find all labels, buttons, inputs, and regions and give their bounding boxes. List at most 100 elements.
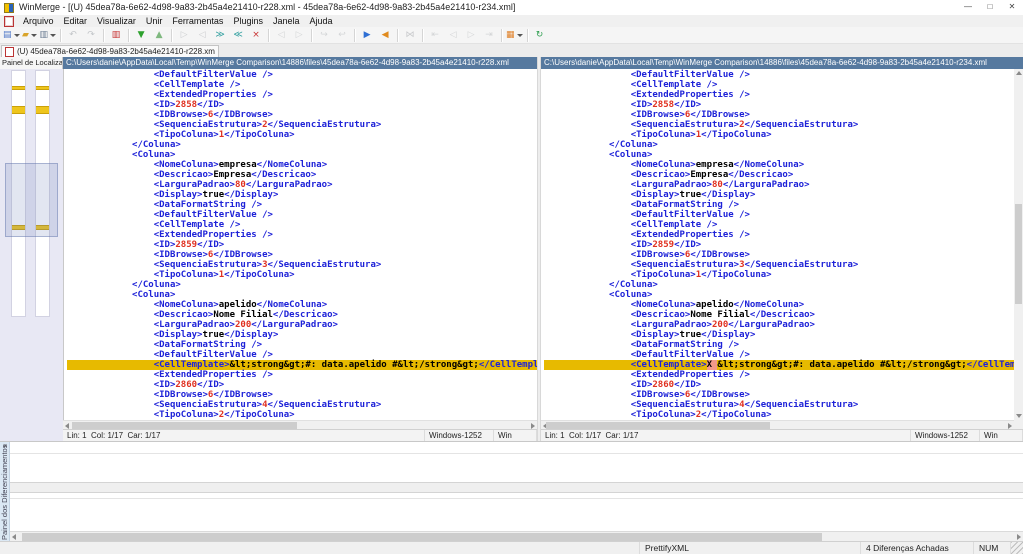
code-line[interactable]: <LarguraPadrao>200</LarguraPadrao> [544, 320, 1014, 330]
code-line[interactable]: <IDBrowse>6</IDBrowse> [67, 250, 537, 260]
menu-item-visualizar[interactable]: Visualizar [92, 15, 141, 27]
next-conflict-button[interactable]: ▷ [291, 28, 307, 43]
code-line[interactable]: <IDBrowse>6</IDBrowse> [544, 250, 1014, 260]
code-line[interactable]: <Display>true</Display> [544, 190, 1014, 200]
selected-diff-line[interactable]: <CellTemplate>&lt;strong&gt;#: data.apel… [67, 360, 537, 370]
copy-right-advance-button[interactable]: ↪ [316, 28, 332, 43]
auto-merge-all-button[interactable]: ⋈ [402, 28, 418, 43]
code-line[interactable]: <DefaultFilterValue /> [544, 350, 1014, 360]
copy-all-left-button[interactable]: ◀ [377, 28, 393, 43]
code-line[interactable]: <SequenciaEstrutura>4</SequenciaEstrutur… [67, 400, 537, 410]
code-line[interactable]: <ID>2858</ID> [544, 100, 1014, 110]
code-line[interactable]: <CellTemplate /> [544, 220, 1014, 230]
code-line[interactable]: <SequenciaEstrutura>2</SequenciaEstrutur… [544, 120, 1014, 130]
scroll-right-icon[interactable] [1017, 534, 1021, 540]
vertical-scrollbar[interactable] [1014, 69, 1023, 420]
prev-file-button[interactable]: ◁ [445, 28, 461, 43]
code-line[interactable]: <DefaultFilterValue /> [544, 70, 1014, 80]
open-button[interactable]: ▰ [22, 28, 38, 43]
code-line[interactable]: </Coluna> [544, 140, 1014, 150]
code-line[interactable]: <Descricao>Empresa</Descricao> [544, 170, 1014, 180]
eol-status[interactable]: Win [494, 430, 537, 441]
code-line[interactable]: <IDBrowse>6</IDBrowse> [544, 390, 1014, 400]
code-line[interactable]: <TipoColuna>1</TipoColuna> [544, 130, 1014, 140]
code-line[interactable]: <LarguraPadrao>200</LarguraPadrao> [67, 320, 537, 330]
first-file-button[interactable]: ⇤ [427, 28, 443, 43]
horizontal-scroll-thumb[interactable] [546, 422, 770, 429]
code-line[interactable]: <TipoColuna>1</TipoColuna> [67, 270, 537, 280]
code-line[interactable]: <NomeColuna>apelido</NomeColuna> [544, 300, 1014, 310]
code-line[interactable]: <SequenciaEstrutura>2</SequenciaEstrutur… [67, 120, 537, 130]
menu-item-ferramentas[interactable]: Ferramentas [167, 15, 228, 27]
copy-all-right-button[interactable]: ▶ [359, 28, 375, 43]
code-line[interactable]: <DataFormatString /> [544, 200, 1014, 210]
next-difference-button[interactable]: ▼ [133, 28, 149, 43]
code-line[interactable]: <ExtendedProperties /> [67, 230, 537, 240]
encoding-status[interactable]: Windows-1252 [911, 430, 980, 441]
code-line[interactable]: <ExtendedProperties /> [544, 370, 1014, 380]
code-line[interactable]: <IDBrowse>6</IDBrowse> [67, 110, 537, 120]
code-line[interactable]: <ExtendedProperties /> [544, 230, 1014, 240]
minimize-icon[interactable]: — [957, 0, 979, 15]
left-editor[interactable]: <DefaultFilterValue /> <CellTemplate /> … [63, 69, 537, 420]
code-line[interactable]: <TipoColuna>1</TipoColuna> [67, 130, 537, 140]
code-line[interactable]: <CellTemplate /> [67, 80, 537, 90]
last-file-button[interactable]: ⇥ [481, 28, 497, 43]
code-line[interactable]: <Display>true</Display> [544, 330, 1014, 340]
code-line[interactable]: <IDBrowse>6</IDBrowse> [67, 390, 537, 400]
menu-item-janela[interactable]: Janela [268, 15, 305, 27]
new-file-button[interactable]: ▤ [3, 28, 20, 43]
code-line[interactable]: <NomeColuna>empresa</NomeColuna> [67, 160, 537, 170]
code-line[interactable]: <Descricao>Nome Filial</Descricao> [67, 310, 537, 320]
code-line[interactable]: <Coluna> [67, 290, 537, 300]
scroll-down-icon[interactable] [1016, 414, 1022, 418]
code-line[interactable]: <DataFormatString /> [67, 340, 537, 350]
code-line[interactable]: <TipoColuna>1</TipoColuna> [544, 270, 1014, 280]
code-line[interactable]: <SequenciaEstrutura>3</SequenciaEstrutur… [67, 260, 537, 270]
eol-status[interactable]: Win [980, 430, 1023, 441]
code-line[interactable]: </Coluna> [67, 140, 537, 150]
encoding-status[interactable]: Windows-1252 [425, 430, 494, 441]
menu-item-unir[interactable]: Unir [141, 15, 168, 27]
code-line[interactable]: <Coluna> [544, 150, 1014, 160]
code-line[interactable]: <ID>2859</ID> [544, 240, 1014, 250]
code-line[interactable]: <Descricao>Empresa</Descricao> [67, 170, 537, 180]
code-line[interactable]: <TipoColuna>2</TipoColuna> [67, 410, 537, 420]
selected-diff-line[interactable]: <CellTemplate>X &lt;strong&gt;#: data.ap… [544, 360, 1014, 370]
code-line[interactable]: <ID>2860</ID> [67, 380, 537, 390]
maximize-icon[interactable]: □ [979, 0, 1001, 15]
code-line[interactable]: <ExtendedProperties /> [544, 90, 1014, 100]
code-line[interactable]: <ID>2859</ID> [67, 240, 537, 250]
code-line[interactable]: <SequenciaEstrutura>4</SequenciaEstrutur… [544, 400, 1014, 410]
menu-item-editar[interactable]: Editar [59, 15, 93, 27]
close-icon[interactable]: ✕ [1001, 0, 1023, 15]
code-line[interactable]: <Coluna> [67, 150, 537, 160]
code-line[interactable]: <LarguraPadrao>80</LarguraPadrao> [544, 180, 1014, 190]
document-tab[interactable]: (U) 45dea78a-6e62-4d98-9a83-2b45a4e21410… [1, 45, 219, 57]
code-line[interactable]: </Coluna> [67, 280, 537, 290]
code-line[interactable]: <LarguraPadrao>80</LarguraPadrao> [67, 180, 537, 190]
code-line[interactable]: <DefaultFilterValue /> [67, 210, 537, 220]
code-line[interactable]: <Descricao>Nome Filial</Descricao> [544, 310, 1014, 320]
right-editor[interactable]: <DefaultFilterValue /> <CellTemplate /> … [541, 69, 1014, 420]
auto-merge-button[interactable]: × [248, 28, 264, 43]
code-line[interactable]: <CellTemplate /> [544, 80, 1014, 90]
code-line[interactable]: <Display>true</Display> [67, 330, 537, 340]
code-line[interactable]: <SequenciaEstrutura>3</SequenciaEstrutur… [544, 260, 1014, 270]
code-line[interactable]: <ExtendedProperties /> [67, 370, 537, 380]
prev-difference-button[interactable]: ▲ [151, 28, 167, 43]
line-filter-button[interactable]: ▥ [108, 28, 124, 43]
code-line[interactable]: <DataFormatString /> [544, 340, 1014, 350]
horizontal-scroll-thumb[interactable] [72, 422, 297, 429]
all-left-button[interactable]: ≪ [230, 28, 246, 43]
code-line[interactable]: <DefaultFilterValue /> [67, 350, 537, 360]
code-line[interactable]: </Coluna> [544, 280, 1014, 290]
menu-item-arquivo[interactable]: Arquivo [18, 15, 59, 27]
menu-item-plugins[interactable]: Plugins [228, 15, 268, 27]
all-right-button[interactable]: ≫ [212, 28, 228, 43]
code-line[interactable]: <ID>2858</ID> [67, 100, 537, 110]
code-line[interactable]: <Coluna> [544, 290, 1014, 300]
code-line[interactable]: <ID>2860</ID> [544, 380, 1014, 390]
code-line[interactable]: <DataFormatString /> [67, 200, 537, 210]
redo-button[interactable]: ↷ [83, 28, 99, 43]
